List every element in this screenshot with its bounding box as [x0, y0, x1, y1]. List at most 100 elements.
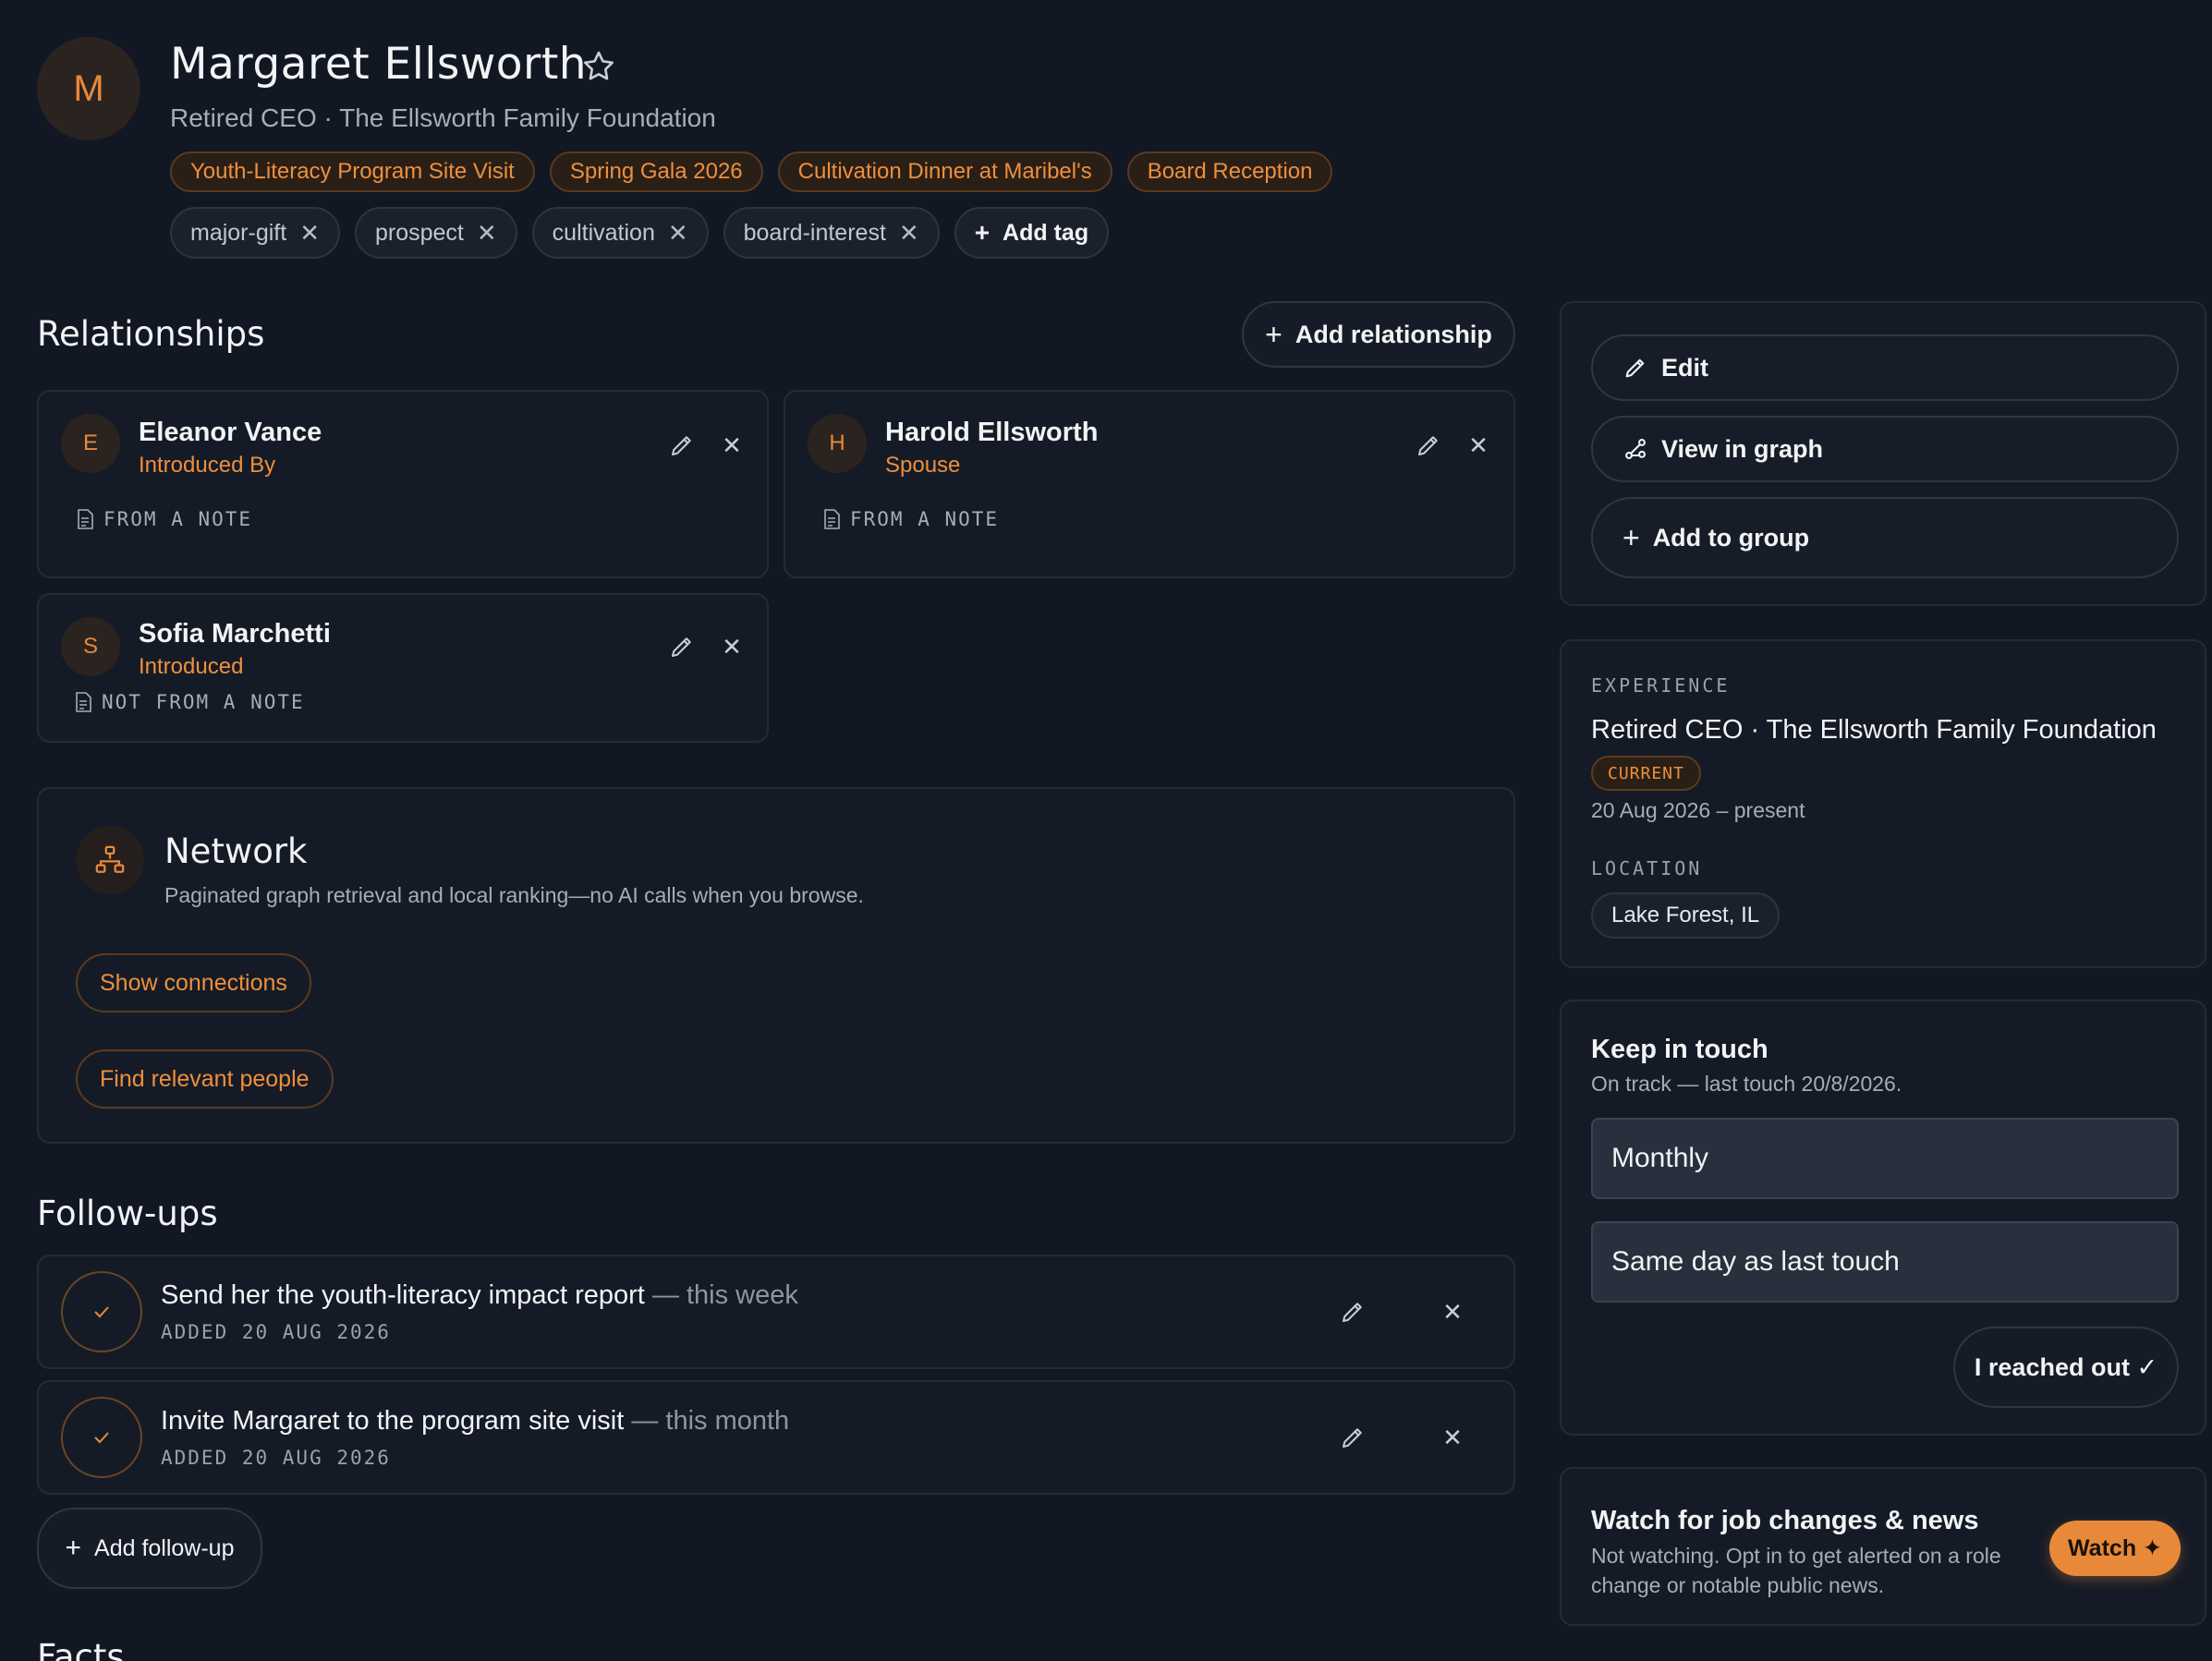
note-source-label: FROM A NOTE	[850, 508, 1000, 530]
followup-item: Send her the youth-literacy impact repor…	[37, 1255, 1515, 1369]
avatar: M	[37, 37, 140, 140]
star-icon[interactable]	[580, 48, 617, 85]
tag-label: prospect	[374, 219, 464, 246]
plus-icon: +	[65, 1533, 82, 1563]
relationship-role: Spouse	[885, 453, 961, 478]
followup-when: — this month	[631, 1406, 790, 1436]
experience-label: EXPERIENCE	[1591, 674, 1731, 697]
network-description: Paginated graph retrieval and local rank…	[164, 883, 864, 907]
followup-item: Invite Margaret to the program site visi…	[37, 1380, 1515, 1495]
edit-button[interactable]: Edit	[1591, 334, 2179, 401]
relationship-card[interactable]: S Sofia Marchetti Introduced ✕ NOT FROM …	[37, 593, 769, 743]
reached-out-button[interactable]: I reached out ✓	[1953, 1327, 2179, 1408]
facts-heading: Facts	[37, 1637, 125, 1661]
followup-title: Send her the youth-literacy impact repor…	[161, 1280, 798, 1311]
edit-icon[interactable]	[665, 630, 699, 663]
keep-in-touch-status: On track — last touch 20/8/2026.	[1591, 1072, 1902, 1096]
close-icon[interactable]: ✕	[1436, 1295, 1469, 1328]
document-icon	[824, 509, 840, 529]
network-icon	[76, 826, 144, 894]
location-chip: Lake Forest, IL	[1591, 892, 1781, 939]
keep-in-touch-card: Keep in touch On track — last touch 20/8…	[1560, 1000, 2206, 1436]
remove-tag-icon[interactable]: ✕	[299, 219, 320, 248]
close-icon[interactable]: ✕	[1462, 429, 1495, 462]
check-icon	[94, 1432, 109, 1444]
tag-chip: major-gift ✕	[170, 207, 340, 259]
watch-button[interactable]: Watch ✦	[2049, 1521, 2181, 1576]
followups-heading: Follow-ups	[37, 1194, 218, 1233]
event-chip[interactable]: Board Reception	[1126, 152, 1333, 192]
close-icon[interactable]: ✕	[715, 429, 748, 462]
relationship-card[interactable]: H Harold Ellsworth Spouse ✕ FROM A NOTE	[784, 390, 1515, 578]
relationship-role: Introduced By	[139, 453, 276, 478]
tag-label: major-gift	[190, 219, 287, 246]
network-card: Network Paginated graph retrieval and lo…	[37, 787, 1515, 1144]
add-relationship-button[interactable]: + Add relationship	[1242, 301, 1515, 368]
avatar: E	[61, 414, 120, 473]
check-icon	[94, 1306, 109, 1318]
view-in-graph-label: View in graph	[1661, 434, 1824, 463]
edit-icon[interactable]	[1336, 1421, 1369, 1454]
tag-label: cultivation	[552, 219, 655, 246]
edit-icon[interactable]	[1336, 1295, 1369, 1328]
experience-card: EXPERIENCE Retired CEO · The Ellsworth F…	[1560, 639, 2206, 968]
followup-text: Invite Margaret to the program site visi…	[161, 1406, 625, 1436]
network-heading: Network	[164, 831, 308, 871]
remove-tag-icon[interactable]: ✕	[899, 219, 919, 248]
plus-icon: +	[974, 218, 991, 247]
complete-followup-button[interactable]	[61, 1397, 142, 1478]
event-chips: Youth-Literacy Program Site Visit Spring…	[170, 152, 1333, 192]
status-badge: CURRENT	[1591, 756, 1701, 791]
view-in-graph-button[interactable]: View in graph	[1591, 416, 2179, 482]
close-icon[interactable]: ✕	[1436, 1421, 1469, 1454]
watch-heading: Watch for job changes & news	[1591, 1506, 1979, 1535]
note-source-label: FROM A NOTE	[103, 508, 253, 530]
edit-icon[interactable]	[665, 429, 699, 462]
tag-chips: major-gift ✕ prospect ✕ cultivation ✕ board…	[170, 207, 1110, 259]
page-title: Margaret Ellsworth	[170, 39, 588, 90]
keep-in-touch-heading: Keep in touch	[1591, 1035, 1768, 1064]
relationship-name: Sofia Marchetti	[139, 619, 331, 649]
tag-chip: board-interest ✕	[723, 207, 940, 259]
avatar: S	[61, 617, 120, 676]
complete-followup-button[interactable]	[61, 1271, 142, 1352]
relationship-name: Eleanor Vance	[139, 418, 322, 447]
frequency-select[interactable]: Monthly	[1591, 1118, 2179, 1199]
event-chip[interactable]: Spring Gala 2026	[549, 152, 763, 192]
edit-label: Edit	[1661, 353, 1708, 382]
anchor-select[interactable]: Same day as last touch	[1591, 1221, 2179, 1303]
show-connections-button[interactable]: Show connections	[76, 953, 311, 1012]
find-relevant-people-button[interactable]: Find relevant people	[76, 1049, 334, 1109]
tag-label: board-interest	[743, 219, 886, 246]
followup-added: ADDED 20 AUG 2026	[161, 1321, 391, 1343]
avatar: H	[808, 414, 867, 473]
followup-title: Invite Margaret to the program site visi…	[161, 1406, 789, 1437]
note-source: FROM A NOTE	[822, 508, 999, 530]
experience-role: Retired CEO · The Ellsworth Family Found…	[1591, 715, 2157, 745]
remove-tag-icon[interactable]: ✕	[668, 219, 688, 248]
event-chip[interactable]: Cultivation Dinner at Maribel's	[777, 152, 1112, 192]
close-icon[interactable]: ✕	[715, 630, 748, 663]
relationship-name: Harold Ellsworth	[885, 418, 1099, 447]
add-to-group-button[interactable]: + Add to group	[1591, 497, 2179, 578]
relationships-heading: Relationships	[37, 314, 265, 354]
add-tag-button[interactable]: + Add tag	[954, 207, 1110, 259]
add-followup-label: Add follow-up	[94, 1534, 235, 1561]
add-followup-button[interactable]: + Add follow-up	[37, 1508, 262, 1589]
note-source-label: NOT FROM A NOTE	[102, 691, 305, 713]
experience-dates: 20 Aug 2026 – present	[1591, 798, 1805, 822]
add-tag-label: Add tag	[1003, 219, 1089, 246]
tag-chip: prospect ✕	[354, 207, 517, 259]
add-relationship-label: Add relationship	[1294, 320, 1492, 348]
graph-icon	[1625, 439, 1646, 459]
relationship-card[interactable]: E Eleanor Vance Introduced By ✕ FROM A N…	[37, 390, 769, 578]
note-source: NOT FROM A NOTE	[74, 691, 305, 713]
edit-icon[interactable]	[1412, 429, 1445, 462]
watch-description: Not watching. Opt in to get alerted on a…	[1591, 1544, 2001, 1597]
followup-added: ADDED 20 AUG 2026	[161, 1447, 391, 1469]
note-source: FROM A NOTE	[76, 508, 252, 530]
remove-tag-icon[interactable]: ✕	[477, 219, 497, 248]
document-icon	[76, 692, 91, 712]
watch-card: Watch for job changes & news Not watchin…	[1560, 1467, 2206, 1626]
event-chip[interactable]: Youth-Literacy Program Site Visit	[170, 152, 535, 192]
